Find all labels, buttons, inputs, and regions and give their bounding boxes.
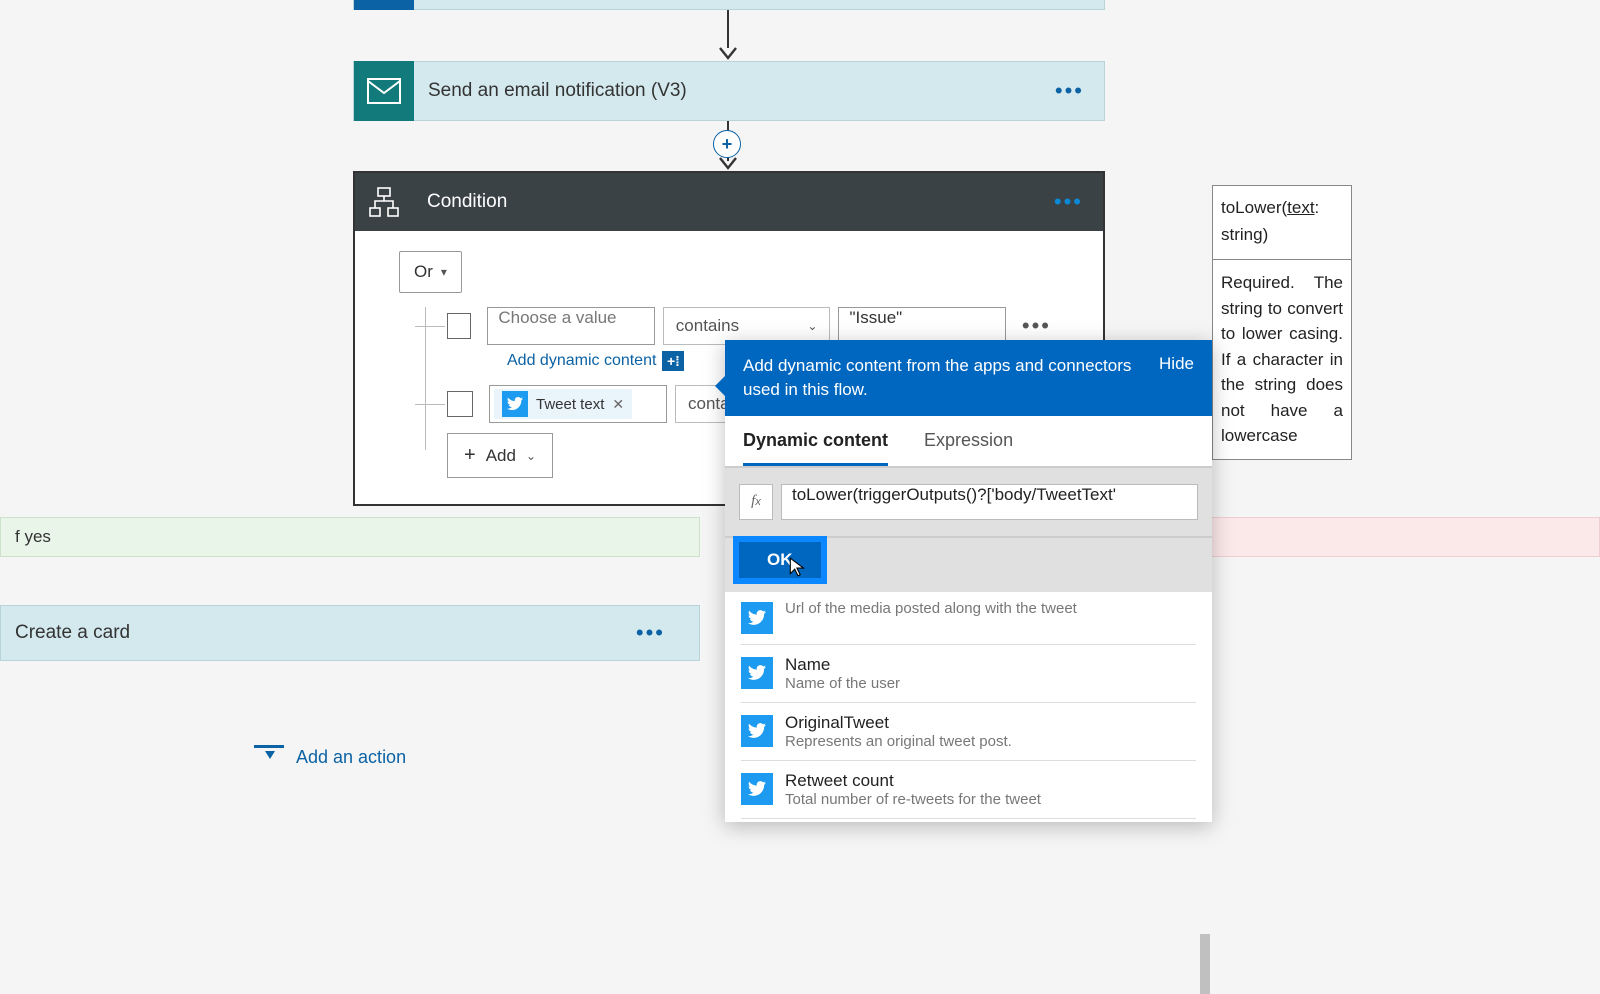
email-step-menu[interactable]: ••• (1035, 78, 1104, 104)
add-condition-button[interactable]: + Add ⌄ (447, 433, 553, 478)
twitter-icon (741, 602, 773, 634)
dynamic-content-flyout: Add dynamic content from the apps and co… (725, 340, 1212, 822)
row-checkbox[interactable] (447, 391, 473, 417)
dynamic-item-retweet-count[interactable]: Retweet count Total number of re-tweets … (725, 763, 1212, 816)
cursor-icon (787, 556, 809, 578)
tree-line (425, 307, 426, 450)
flyout-pointer (715, 376, 725, 396)
twitter-icon (741, 773, 773, 805)
rhs-value: "Issue" (849, 308, 902, 327)
dyn-desc: Url of the media posted along with the t… (785, 600, 1196, 617)
row-menu[interactable]: ••• (1014, 313, 1059, 339)
dynamic-item-media-url[interactable]: Url of the media posted along with the t… (725, 592, 1212, 642)
flyout-header-text: Add dynamic content from the apps and co… (743, 354, 1149, 402)
scrollbar[interactable] (1200, 934, 1210, 994)
row-checkbox[interactable] (447, 313, 471, 339)
tab-expression[interactable]: Expression (924, 430, 1013, 466)
plus-icon: + (464, 444, 476, 467)
create-card-menu[interactable]: ••• (616, 620, 685, 646)
dyn-title: OriginalTweet (785, 713, 1196, 733)
trigger-card-partial[interactable] (353, 0, 1105, 10)
add-action-link[interactable]: Add an action (254, 745, 406, 769)
branch-yes-label: f yes (15, 527, 51, 547)
dynamic-item-tweet-text[interactable]: Tweet text (725, 821, 1212, 822)
condition-menu[interactable]: ••• (1034, 189, 1103, 215)
connector-line (727, 10, 729, 48)
expression-input[interactable]: toLower(triggerOutputs()?['body/TweetTex… (781, 484, 1198, 520)
hide-link[interactable]: Hide (1159, 354, 1194, 374)
lhs-value-input-2[interactable]: Tweet text ✕ (489, 385, 667, 423)
lhs-value-input[interactable]: Choose a value (487, 307, 654, 345)
operator-label: contains (676, 316, 739, 336)
tooltip-signature: toLower(text: string) (1213, 186, 1351, 260)
add-label: Add (486, 446, 516, 466)
tweet-text-chip[interactable]: Tweet text ✕ (494, 389, 632, 419)
tree-connector (415, 326, 445, 327)
twitter-icon (502, 391, 528, 417)
dynamic-item-original-tweet[interactable]: OriginalTweet Represents an original twe… (725, 705, 1212, 758)
tab-dynamic-content[interactable]: Dynamic content (743, 430, 888, 466)
email-step-card[interactable]: Send an email notification (V3) ••• (353, 61, 1105, 121)
twitter-icon (741, 715, 773, 747)
trigger-icon (354, 0, 414, 10)
chip-remove[interactable]: ✕ (612, 396, 624, 413)
lhs-placeholder: Choose a value (498, 308, 616, 327)
chevron-down-icon: ⌄ (807, 319, 817, 333)
fx-icon: fx (739, 484, 773, 520)
tooltip-description: Required. The string to convert to lower… (1213, 260, 1351, 459)
create-card-step[interactable]: Create a card ••• (0, 605, 700, 661)
group-operator-label: Or (414, 262, 433, 282)
dyn-desc: Total number of re-tweets for the tweet (785, 791, 1196, 808)
create-card-title: Create a card (15, 622, 130, 644)
add-action-label: Add an action (296, 747, 406, 768)
twitter-icon (741, 657, 773, 689)
chevron-down-icon: ⌄ (526, 449, 536, 463)
flyout-header: Add dynamic content from the apps and co… (725, 340, 1212, 416)
chevron-down-icon: ▾ (441, 265, 447, 279)
add-dynamic-label: Add dynamic content (507, 352, 656, 370)
group-operator-dropdown[interactable]: Or ▾ (399, 251, 462, 293)
expression-row: fx toLower(triggerOutputs()?['body/Tweet… (725, 466, 1212, 538)
flyout-tabs: Dynamic content Expression (725, 416, 1212, 466)
dyn-desc: Represents an original tweet post. (785, 733, 1196, 750)
email-step-title: Send an email notification (V3) (414, 80, 1035, 102)
dyn-title: Name (785, 655, 1196, 675)
tree-connector (415, 404, 445, 405)
if-yes-branch[interactable]: f yes (0, 517, 700, 557)
add-action-icon (254, 745, 284, 769)
condition-icon (355, 173, 413, 231)
condition-title: Condition (413, 191, 1034, 213)
dyn-desc: Name of the user (785, 675, 1196, 692)
plus-icon: +⁞ (662, 351, 684, 371)
mail-icon (354, 61, 414, 121)
condition-header[interactable]: Condition ••• (355, 173, 1103, 231)
dynamic-item-name[interactable]: Name Name of the user (725, 647, 1212, 700)
chip-label: Tweet text (536, 396, 604, 413)
expression-tooltip: toLower(text: string) Required. The stri… (1212, 185, 1352, 460)
dyn-title: Retweet count (785, 771, 1196, 791)
ok-button[interactable]: OK (735, 538, 825, 582)
dynamic-content-list[interactable]: Url of the media posted along with the t… (725, 592, 1212, 822)
operator-label-2: conta (688, 394, 730, 414)
